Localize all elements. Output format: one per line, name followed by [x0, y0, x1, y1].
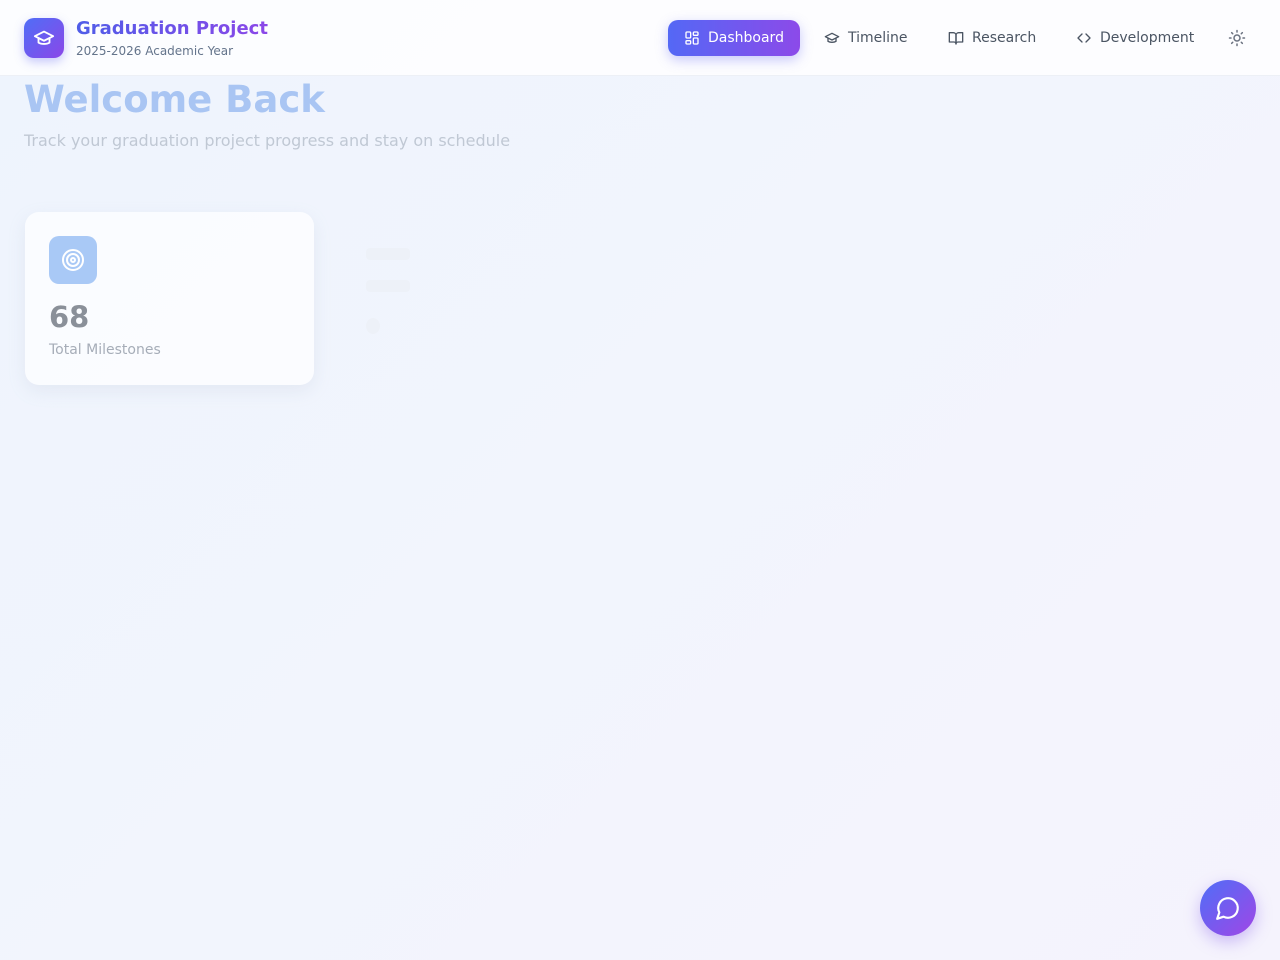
grid-icon	[685, 31, 699, 45]
stat-card-total-milestones: 68 Total Milestones	[25, 212, 314, 385]
page-title: Welcome Back	[24, 78, 325, 121]
stat-value: 68	[49, 300, 90, 334]
page-subtitle: Track your graduation project progress a…	[24, 131, 511, 150]
loading-placeholder	[366, 318, 380, 334]
nav-dashboard-tab[interactable]: Dashboard	[668, 20, 800, 56]
nav-development-label: Development	[1100, 30, 1195, 46]
logo-badge[interactable]	[24, 18, 64, 58]
top-navigation-bar: Graduation Project 2025-2026 Academic Ye…	[0, 0, 1280, 76]
brand-title: Graduation Project	[76, 18, 268, 39]
graduation-cap-icon	[824, 32, 840, 43]
book-open-icon	[948, 31, 964, 45]
brand-subtitle: 2025-2026 Academic Year	[76, 44, 234, 58]
sun-icon	[1228, 29, 1246, 47]
loading-placeholder	[366, 280, 410, 292]
loading-placeholder	[366, 248, 410, 260]
nav-timeline-label: Timeline	[848, 30, 908, 46]
graduation-cap-icon	[33, 30, 55, 45]
nav-timeline-tab[interactable]: Timeline	[824, 20, 908, 56]
target-icon	[62, 249, 84, 271]
chat-button[interactable]	[1200, 880, 1256, 936]
nav-development-tab[interactable]: Development	[1076, 20, 1194, 56]
chat-bubble-icon	[1216, 897, 1239, 920]
stat-label: Total Milestones	[49, 342, 161, 358]
nav-dashboard-label: Dashboard	[708, 30, 784, 46]
nav-research-tab[interactable]: Research	[948, 20, 1036, 56]
nav-research-label: Research	[972, 30, 1037, 46]
theme-toggle-button[interactable]	[1225, 26, 1249, 50]
stat-card-icon-badge	[49, 236, 97, 284]
code-icon	[1077, 33, 1091, 43]
